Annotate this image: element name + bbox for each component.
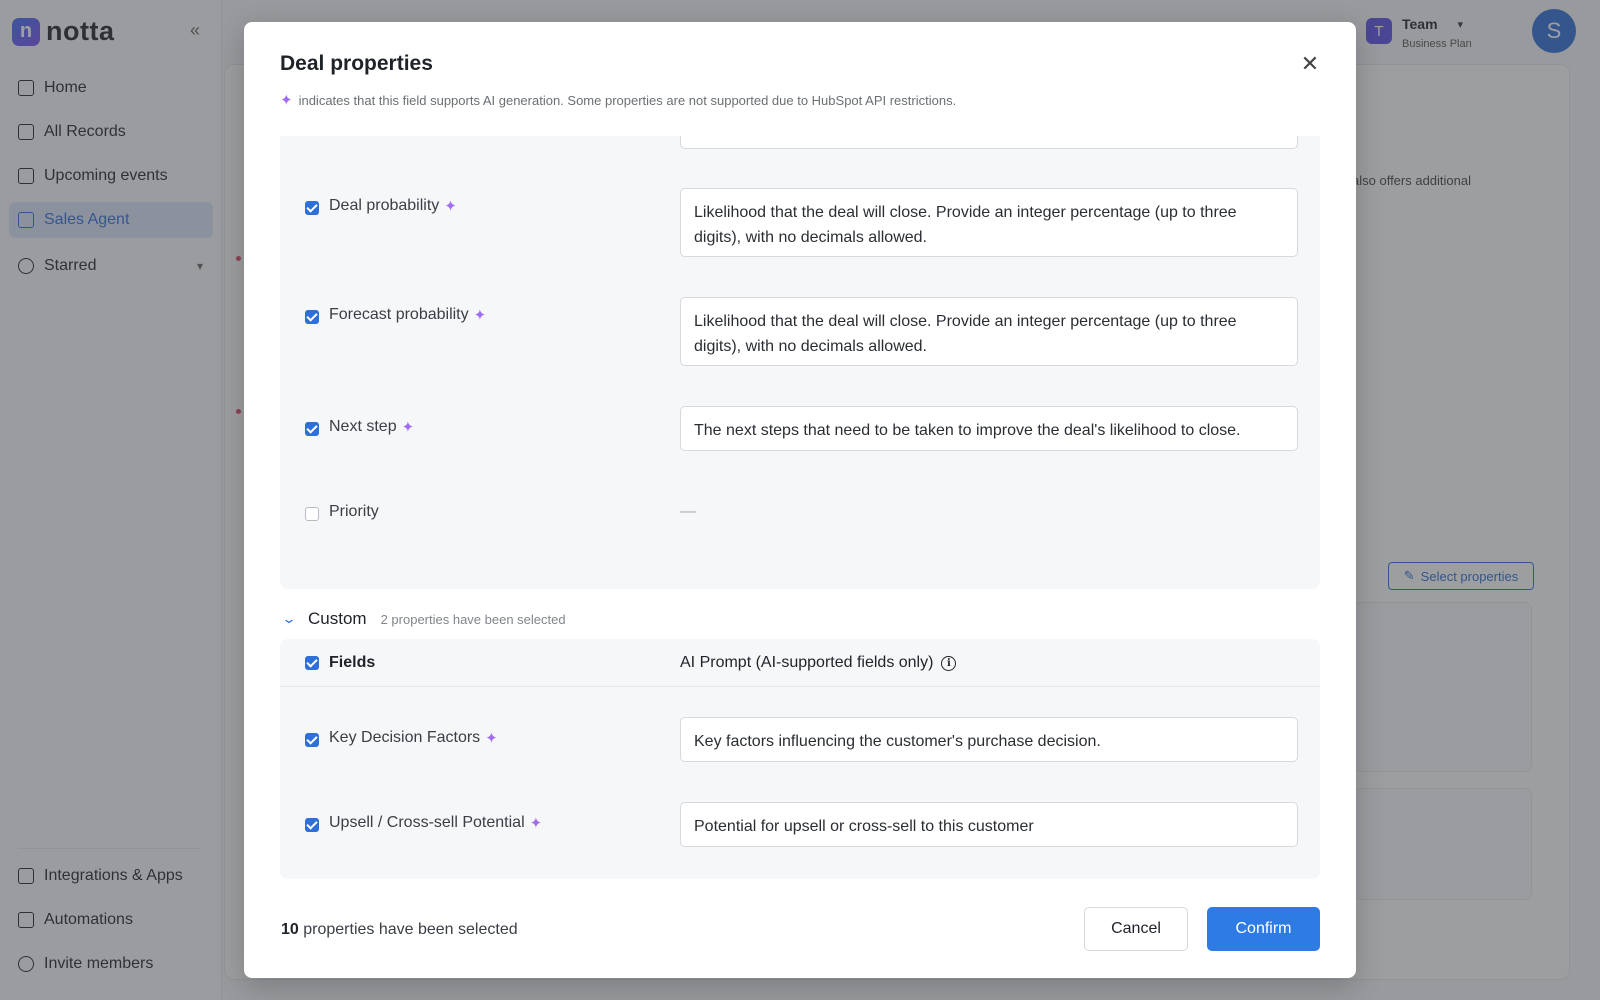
sparkle-icon: ✦ (444, 197, 457, 215)
property-label-wrap: Upsell / Cross-sell Potential ✦ (329, 814, 542, 832)
ai-note-text: indicates that this field supports AI ge… (298, 93, 957, 108)
select-all-checkbox[interactable] (305, 656, 319, 670)
ai-note: ✦ indicates that this field supports AI … (280, 93, 956, 108)
properties-scroll-area[interactable]: Deal probability ✦ Likelihood that the d… (280, 136, 1320, 894)
selected-count: 10 properties have been selected (281, 921, 518, 939)
prompt-input[interactable] (680, 136, 1298, 149)
sparkle-icon: ✦ (401, 418, 415, 436)
empty-prompt: — (680, 503, 696, 520)
property-label: Next step (329, 418, 397, 435)
sparkle-icon: ✦ (485, 729, 498, 747)
custom-section-title: Custom (308, 609, 367, 628)
fields-header: Fields (329, 654, 376, 671)
deal-properties-modal: Deal properties ✕ ✦ indicates that this … (244, 22, 1356, 978)
close-icon[interactable]: ✕ (1298, 52, 1322, 76)
sparkle-icon: ✦ (473, 306, 487, 324)
property-label: Priority (329, 503, 379, 520)
sparkle-icon: ✦ (529, 814, 543, 832)
chevron-down-icon[interactable]: ⌄ (280, 611, 302, 627)
property-label-wrap: Priority (329, 503, 379, 521)
prompt-input[interactable]: Key factors influencing the customer's p… (680, 717, 1298, 762)
selected-count-number: 10 (281, 921, 299, 938)
prompt-input[interactable]: Likelihood that the deal will close. Pro… (680, 297, 1298, 366)
property-label-wrap: Deal probability ✦ (329, 197, 457, 215)
ai-prompt-header: AI Prompt (AI-supported fields only) i (680, 654, 957, 672)
custom-properties-panel: Fields AI Prompt (AI-supported fields on… (280, 639, 1320, 879)
table-header: Fields AI Prompt (AI-supported fields on… (280, 639, 1320, 687)
property-label-wrap: Key Decision Factors ✦ (329, 729, 498, 747)
sparkle-icon: ✦ (280, 92, 293, 109)
cancel-button[interactable]: Cancel (1084, 907, 1188, 951)
checkbox[interactable] (305, 507, 319, 521)
property-label: Key Decision Factors (329, 729, 481, 746)
info-icon[interactable]: i (941, 655, 957, 671)
checkbox[interactable] (305, 201, 319, 215)
property-label: Upsell / Cross-sell Potential (329, 814, 525, 831)
checkbox[interactable] (305, 733, 319, 747)
checkbox[interactable] (305, 422, 319, 436)
property-label-wrap: Next step ✦ (329, 418, 414, 436)
property-label-wrap: Forecast probability ✦ (329, 306, 486, 324)
confirm-button[interactable]: Confirm (1207, 907, 1320, 951)
custom-section-count: 2 properties have been selected (380, 611, 566, 627)
checkbox[interactable] (305, 310, 319, 324)
selected-count-text: properties have been selected (303, 921, 518, 938)
prompt-input[interactable]: The next steps that need to be taken to … (680, 406, 1298, 451)
custom-section-header[interactable]: ⌄ Custom 2 properties have been selected (280, 609, 566, 629)
property-label: Deal probability (329, 197, 440, 214)
checkbox[interactable] (305, 818, 319, 832)
standard-properties-panel: Deal probability ✦ Likelihood that the d… (280, 136, 1320, 589)
prompt-input[interactable]: Likelihood that the deal will close. Pro… (680, 188, 1298, 257)
prompt-input[interactable]: Potential for upsell or cross-sell to th… (680, 802, 1298, 847)
modal-title: Deal properties (280, 52, 433, 75)
ai-prompt-header-label: AI Prompt (AI-supported fields only) (680, 654, 934, 671)
property-label: Forecast probability (329, 306, 469, 323)
